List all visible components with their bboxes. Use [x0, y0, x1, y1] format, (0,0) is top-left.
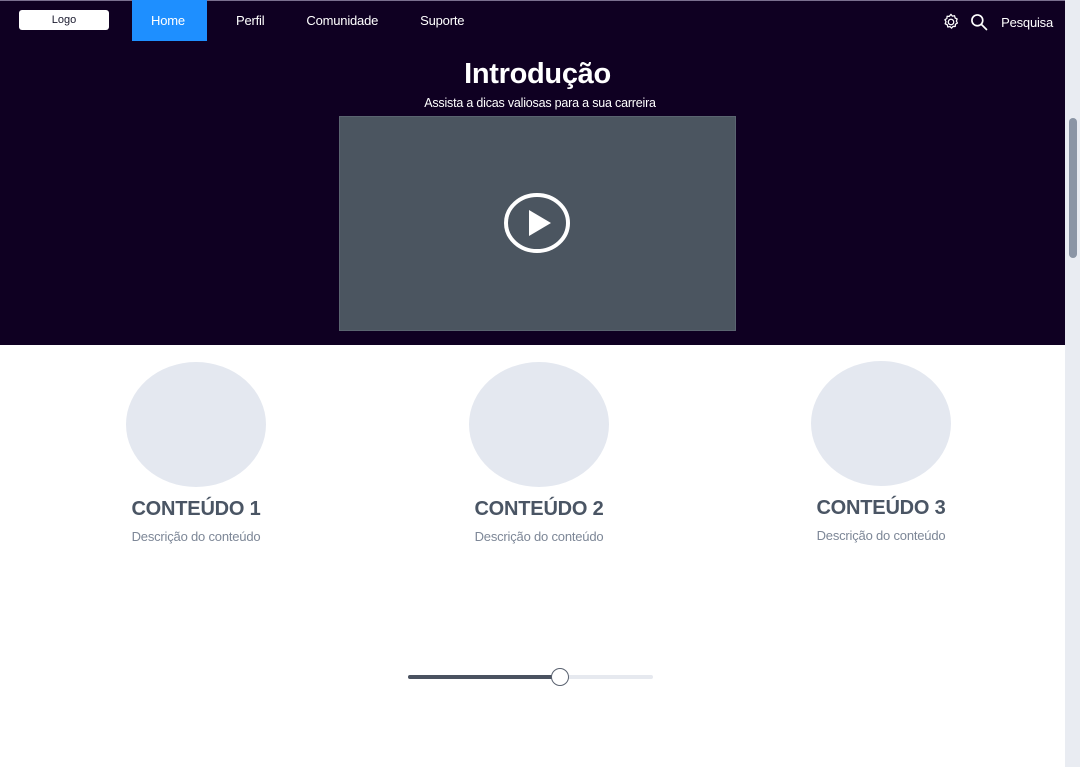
- logo[interactable]: Logo: [19, 10, 109, 30]
- hero-title: Introdução: [464, 58, 611, 90]
- card-title: CONTEÚDO 3: [816, 497, 946, 519]
- card-description: Descrição do conteúdo: [474, 529, 604, 544]
- search-label[interactable]: Pesquisa: [1001, 15, 1053, 30]
- search-icon[interactable]: [969, 12, 989, 32]
- content-card-2[interactable]: CONTEÚDO 2 Descrição do conteúdo: [449, 362, 629, 544]
- nav-item-comunidade[interactable]: Comunidade: [285, 0, 399, 41]
- hero-subtitle: Assista a dicas valiosas para a sua carr…: [424, 96, 656, 110]
- main-nav: Home Perfil Comunidade Suporte: [132, 0, 485, 41]
- vertical-scrollbar[interactable]: [1065, 0, 1080, 767]
- card-title: CONTEÚDO 2: [474, 498, 604, 520]
- nav-item-perfil[interactable]: Perfil: [207, 0, 285, 41]
- card-image-placeholder: [126, 362, 266, 487]
- slider-thumb[interactable]: [550, 668, 569, 686]
- header-tools: Pesquisa: [941, 11, 1053, 33]
- nav-item-suporte[interactable]: Suporte: [399, 0, 485, 41]
- gear-icon[interactable]: [941, 12, 961, 32]
- page: Logo Home Perfil Comunidade Suporte Pesq…: [0, 0, 1080, 767]
- scrollbar-thumb[interactable]: [1069, 118, 1077, 258]
- card-description: Descrição do conteúdo: [131, 529, 261, 544]
- content-card-1[interactable]: CONTEÚDO 1 Descrição do conteúdo: [106, 362, 286, 544]
- hero-section: Logo Home Perfil Comunidade Suporte Pesq…: [0, 0, 1065, 345]
- nav-item-home[interactable]: Home: [132, 0, 207, 41]
- video-player[interactable]: [339, 116, 736, 331]
- play-icon[interactable]: [504, 192, 570, 254]
- content-slider[interactable]: [408, 667, 653, 687]
- content-card-3[interactable]: CONTEÚDO 3 Descrição do conteúdo: [791, 361, 971, 543]
- card-description: Descrição do conteúdo: [816, 528, 946, 543]
- card-image-placeholder: [469, 362, 609, 487]
- card-title: CONTEÚDO 1: [131, 498, 261, 520]
- main-area: Logo Home Perfil Comunidade Suporte Pesq…: [0, 0, 1065, 767]
- slider-fill: [408, 675, 560, 679]
- card-image-placeholder: [811, 361, 951, 486]
